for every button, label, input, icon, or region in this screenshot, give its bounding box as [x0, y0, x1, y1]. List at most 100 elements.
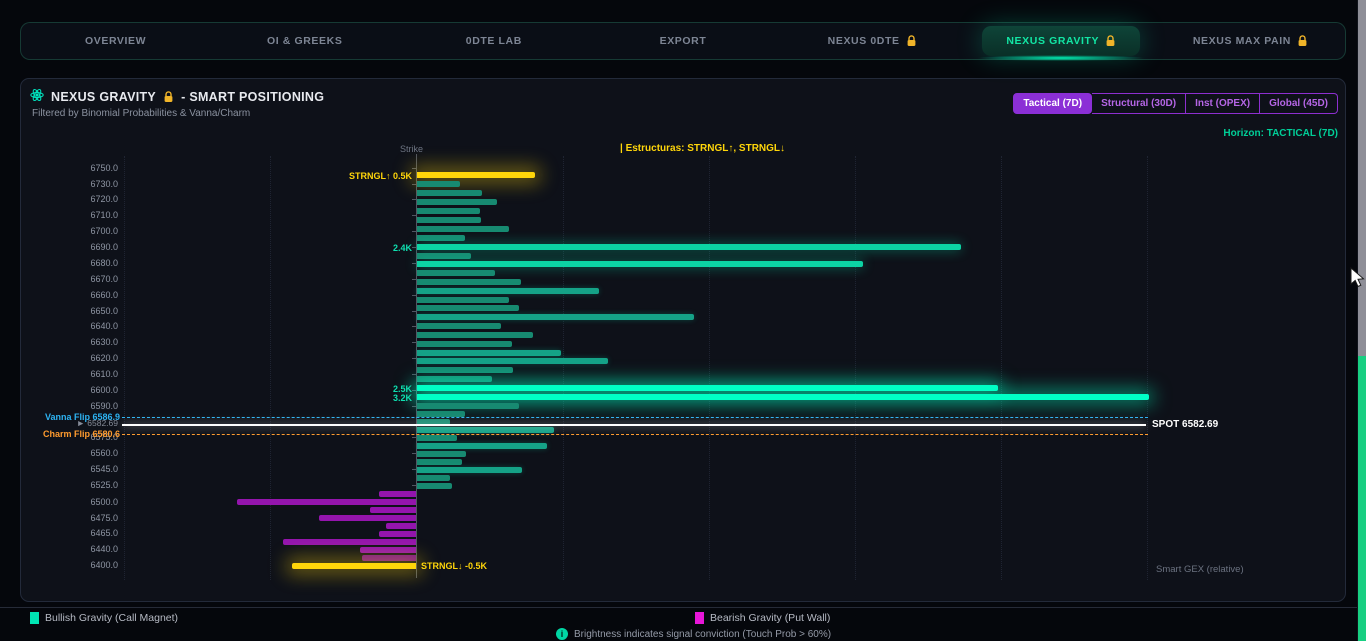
axis-tick	[412, 295, 416, 296]
nav-tab-label: OI & GREEKS	[267, 35, 342, 47]
call-gravity-bar[interactable]	[417, 427, 554, 433]
axis-tick	[412, 231, 416, 232]
nav-tab-nexus-0dte[interactable]: NEXUS 0DTE	[778, 23, 967, 59]
call-gravity-bar[interactable]	[417, 314, 694, 320]
strike-label: 6475.0	[48, 513, 118, 523]
nav-tab-export[interactable]: EXPORT	[588, 23, 777, 59]
call-gravity-bar[interactable]	[417, 323, 501, 329]
horizon-button-structural-30d-[interactable]: Structural (30D)	[1092, 93, 1186, 114]
call-gravity-bar[interactable]	[417, 279, 521, 285]
put-gravity-bar[interactable]	[379, 531, 416, 537]
call-gravity-bar[interactable]	[417, 475, 450, 481]
strike-label: 6650.0	[48, 306, 118, 316]
legend-label: Bullish Gravity (Call Magnet)	[45, 612, 178, 624]
put-gravity-bar[interactable]	[319, 515, 416, 521]
put-gravity-bar[interactable]	[379, 491, 416, 497]
call-gravity-bar[interactable]	[417, 181, 460, 187]
call-gravity-bar[interactable]	[417, 288, 599, 294]
call-gravity-bar[interactable]	[417, 190, 482, 196]
strangle-bar[interactable]	[417, 172, 535, 178]
panel-subtitle: Filtered by Binomial Probabilities & Van…	[32, 108, 250, 119]
put-gravity-bar[interactable]	[360, 547, 416, 553]
horizon-button-inst-opex-[interactable]: Inst (OPEX)	[1186, 93, 1260, 114]
call-gravity-bar[interactable]	[417, 350, 561, 356]
call-gravity-bar[interactable]	[417, 394, 1149, 400]
call-gravity-bar[interactable]	[417, 235, 465, 241]
strike-label: 6640.0	[48, 321, 118, 331]
lock-icon	[163, 91, 174, 103]
strangle-bar[interactable]	[292, 563, 416, 569]
axis-tick	[412, 311, 416, 312]
nav-tab-overview[interactable]: OVERVIEW	[21, 23, 210, 59]
call-gravity-bar[interactable]	[417, 443, 547, 449]
axis-tick	[412, 168, 416, 169]
strike-label: 6750.0	[48, 163, 118, 173]
call-gravity-bar[interactable]	[417, 451, 466, 457]
call-gravity-bar[interactable]	[417, 385, 998, 391]
strike-axis-title: Strike	[400, 144, 423, 154]
call-gravity-bar[interactable]	[417, 297, 509, 303]
nav-tab-nexus-gravity[interactable]: NEXUS GRAVITY	[967, 23, 1156, 59]
chart-gridline	[855, 156, 856, 580]
nav-tab-label: NEXUS GRAVITY	[1006, 35, 1099, 47]
nav-tab-nexus-max-pain[interactable]: NEXUS MAX PAIN	[1156, 23, 1345, 59]
nav-tab-label: NEXUS 0DTE	[828, 35, 900, 47]
axis-tick	[412, 390, 416, 391]
call-gravity-bar[interactable]	[417, 270, 495, 276]
strike-label: 6660.0	[48, 290, 118, 300]
charm-flip-label: Charm Flip 6580.6	[28, 429, 120, 439]
chart-watermark: Smart GEX (relative)	[1156, 564, 1244, 575]
put-gravity-bar[interactable]	[370, 507, 416, 513]
put-gravity-bar[interactable]	[283, 539, 416, 545]
legend-item: Bearish Gravity (Put Wall)	[695, 612, 830, 624]
call-gravity-bar[interactable]	[417, 376, 492, 382]
put-gravity-bar[interactable]	[362, 555, 416, 561]
axis-tick	[412, 199, 416, 200]
axis-tick	[412, 279, 416, 280]
call-gravity-bar[interactable]	[417, 341, 512, 347]
axis-tick	[412, 342, 416, 343]
lock-icon	[906, 35, 917, 47]
call-gravity-bar[interactable]	[417, 217, 481, 223]
call-gravity-bar[interactable]	[417, 332, 533, 338]
strike-label: 6560.0	[48, 448, 118, 458]
call-gravity-bar[interactable]	[417, 226, 509, 232]
nav-tab-label: OVERVIEW	[85, 35, 146, 47]
strike-label: 6440.0	[48, 544, 118, 554]
strike-label: 6620.0	[48, 353, 118, 363]
call-gravity-bar[interactable]	[417, 367, 513, 373]
call-gravity-bar[interactable]	[417, 358, 608, 364]
strike-label: 6400.0	[48, 560, 118, 570]
call-gravity-bar[interactable]	[417, 244, 961, 250]
call-gravity-bar[interactable]	[417, 435, 457, 441]
call-gravity-bar[interactable]	[417, 208, 480, 214]
page-scrollbar[interactable]	[1357, 0, 1366, 641]
bar-annotation: STRNGL↑ 0.5K	[326, 171, 412, 181]
call-gravity-bar[interactable]	[417, 459, 462, 465]
conviction-footnote: i Brightness indicates signal conviction…	[556, 628, 831, 640]
horizon-button-global-45d-[interactable]: Global (45D)	[1260, 93, 1338, 114]
strike-label: 6525.0	[48, 480, 118, 490]
scrollbar-thumb[interactable]	[1358, 0, 1366, 356]
call-gravity-bar[interactable]	[417, 403, 519, 409]
call-gravity-bar[interactable]	[417, 483, 452, 489]
put-gravity-bar[interactable]	[237, 499, 416, 505]
chart-gridline	[270, 156, 271, 580]
call-gravity-bar[interactable]	[417, 199, 497, 205]
nav-tab-oi-greeks[interactable]: OI & GREEKS	[210, 23, 399, 59]
strike-label: 6630.0	[48, 337, 118, 347]
axis-tick	[412, 326, 416, 327]
axis-tick	[412, 453, 416, 454]
vanna-flip-line	[122, 417, 1148, 418]
strike-label: 6600.0	[48, 385, 118, 395]
nav-tab-0dte-lab[interactable]: 0DTE LAB	[399, 23, 588, 59]
call-gravity-bar[interactable]	[417, 261, 863, 267]
strike-label: 6590.0	[48, 401, 118, 411]
call-gravity-bar[interactable]	[417, 253, 471, 259]
horizon-button-tactical-7d-[interactable]: Tactical (7D)	[1013, 93, 1092, 114]
call-gravity-bar[interactable]	[417, 305, 519, 311]
bar-annotation: 3.2K	[326, 393, 412, 403]
call-gravity-bar[interactable]	[417, 467, 522, 473]
nav-tab-label: 0DTE LAB	[466, 35, 522, 47]
put-gravity-bar[interactable]	[386, 523, 416, 529]
